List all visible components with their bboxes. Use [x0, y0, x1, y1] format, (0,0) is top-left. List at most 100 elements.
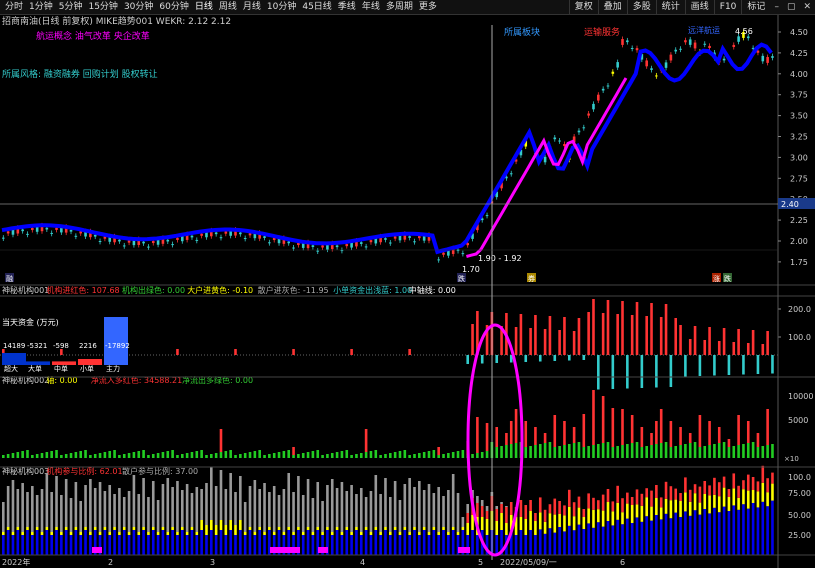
toolbar-button-0[interactable]: 复权	[568, 0, 598, 14]
period-tab-1[interactable]: 1分钟	[26, 0, 56, 14]
panel3-yellow-bar	[301, 532, 305, 535]
y-tick-label: 4.00	[790, 70, 808, 79]
panel1-bar	[674, 318, 678, 355]
panel3-blue-bar	[364, 530, 368, 555]
candle	[437, 259, 440, 261]
panel2-green-bar	[413, 454, 416, 458]
panel3-gray-bar	[447, 490, 450, 532]
panel3-yellow-bar	[713, 494, 716, 508]
period-tab-13[interactable]: 多周期	[383, 0, 416, 14]
toolbar-button-4[interactable]: 画线	[684, 0, 714, 14]
panel3-yellow-bar	[698, 502, 702, 515]
panel3-y-tick: 100.0	[788, 473, 811, 482]
panel3-blue-bar	[727, 511, 731, 555]
panel3-yellow-bar	[688, 501, 692, 516]
panel3-blue-bar	[345, 530, 349, 555]
panel2-green-bar	[16, 452, 20, 458]
panel1-bar	[577, 318, 581, 355]
period-tab-12[interactable]: 年线	[359, 0, 383, 14]
panel3-red-bar	[543, 509, 547, 522]
candle	[442, 252, 445, 255]
period-tab-3[interactable]: 15分钟	[85, 0, 120, 14]
panel2-red-bar	[717, 427, 721, 443]
panel3-blue-bar	[669, 518, 673, 555]
toolbar-button-5[interactable]: F10	[713, 0, 742, 14]
panel2-red-bar	[621, 409, 624, 445]
period-tab-8[interactable]: 月线	[240, 0, 264, 14]
candle	[345, 244, 349, 247]
panel2-green-bar	[195, 451, 199, 458]
panel3-yellow-bar	[432, 527, 436, 530]
period-tab-5[interactable]: 60分钟	[156, 0, 191, 14]
panel3-red-bar	[577, 496, 581, 508]
panel3-yellow-bar	[171, 527, 174, 530]
panel3-blue-bar	[543, 533, 547, 555]
panel2-green-bar	[476, 453, 479, 458]
fund-label-0: 超大	[4, 364, 18, 373]
panel3-yellow-bar	[408, 532, 411, 535]
stock-chart[interactable]: 招商南油(日线 前复权) MIKE趋势001 WEKR: 2.12 2.12 航…	[0, 15, 815, 568]
period-tab-0[interactable]: 分时	[2, 0, 26, 14]
panel3-red-bar	[713, 477, 716, 495]
panel3-gray-bar	[55, 476, 58, 527]
panel3-yellow-bar	[389, 532, 392, 535]
panel3-blue-bar	[655, 515, 658, 555]
restore-icon[interactable]: ▢	[783, 0, 800, 14]
panel2-green-bar	[630, 443, 634, 458]
panel2-red-bar	[601, 396, 605, 443]
period-tab-7[interactable]: 周线	[216, 0, 240, 14]
panel3-yellow-bar	[679, 501, 682, 517]
panel3-yellow-bar	[485, 519, 489, 535]
panel2-red-bar	[582, 414, 586, 447]
period-tab-11[interactable]: 季线	[335, 0, 359, 14]
panel1-y-tick: 200.0	[788, 305, 811, 314]
panel3-gray-bar	[40, 489, 44, 532]
period-tab-4[interactable]: 30分钟	[121, 0, 156, 14]
panel3-gray-bar	[224, 489, 228, 525]
panel3-y-tick: 25.00	[788, 531, 811, 540]
period-tab-2[interactable]: 5分钟	[56, 0, 86, 14]
panel3-gray-bar	[258, 489, 261, 527]
panel1-bar	[548, 316, 552, 355]
candle	[679, 48, 682, 50]
toolbar-button-6[interactable]: 标记	[741, 0, 770, 14]
close-icon[interactable]: ✕	[799, 0, 815, 14]
period-tab-10[interactable]: 45日线	[299, 0, 334, 14]
panel3-gray-bar	[6, 486, 10, 527]
toolbar-button-1[interactable]: 叠加	[597, 0, 627, 14]
minimize-icon[interactable]: –	[770, 0, 783, 14]
panel3-gray-bar	[113, 494, 116, 527]
period-tab-9[interactable]: 10分钟	[264, 0, 299, 14]
period-tab-14[interactable]: 更多	[416, 0, 440, 14]
panel3-gray-bar	[451, 474, 455, 527]
panel3-yellow-bar	[655, 498, 658, 515]
panel3-yellow-bar	[534, 521, 537, 535]
panel3-red-bar	[722, 476, 726, 488]
toolbar-button-2[interactable]: 多股	[626, 0, 656, 14]
candle	[147, 246, 150, 248]
panel3-gray-bar	[326, 485, 329, 527]
panel3-yellow-bar	[471, 515, 474, 530]
candle	[292, 247, 295, 249]
panel3-gray-bar	[389, 497, 392, 532]
panel2-green-bar	[393, 452, 397, 458]
panel3-blue-bar	[389, 535, 392, 555]
toolbar-button-3[interactable]: 统计	[655, 0, 685, 14]
panel3-yellow-bar	[321, 532, 324, 535]
panel3-yellow-bar	[674, 499, 678, 513]
period-tab-6[interactable]: 日线	[192, 0, 216, 14]
panel1-bar	[601, 313, 605, 355]
panel3-blue-bar	[756, 507, 760, 555]
panel2-green-bar	[398, 451, 402, 458]
panel3-red-bar	[674, 488, 678, 500]
panel2-green-bar	[732, 446, 736, 458]
y-tick-label: 4.25	[790, 49, 808, 58]
panel3-yellow-bar	[248, 527, 252, 530]
panel3-blue-bar	[650, 520, 653, 555]
panel2-green-bar	[45, 452, 49, 458]
candle	[708, 45, 711, 49]
panel3-yellow-bar	[737, 497, 740, 510]
panel2-green-bar	[553, 447, 557, 458]
panel2-green-bar	[587, 446, 590, 458]
panel3-blue-bar	[495, 535, 499, 555]
